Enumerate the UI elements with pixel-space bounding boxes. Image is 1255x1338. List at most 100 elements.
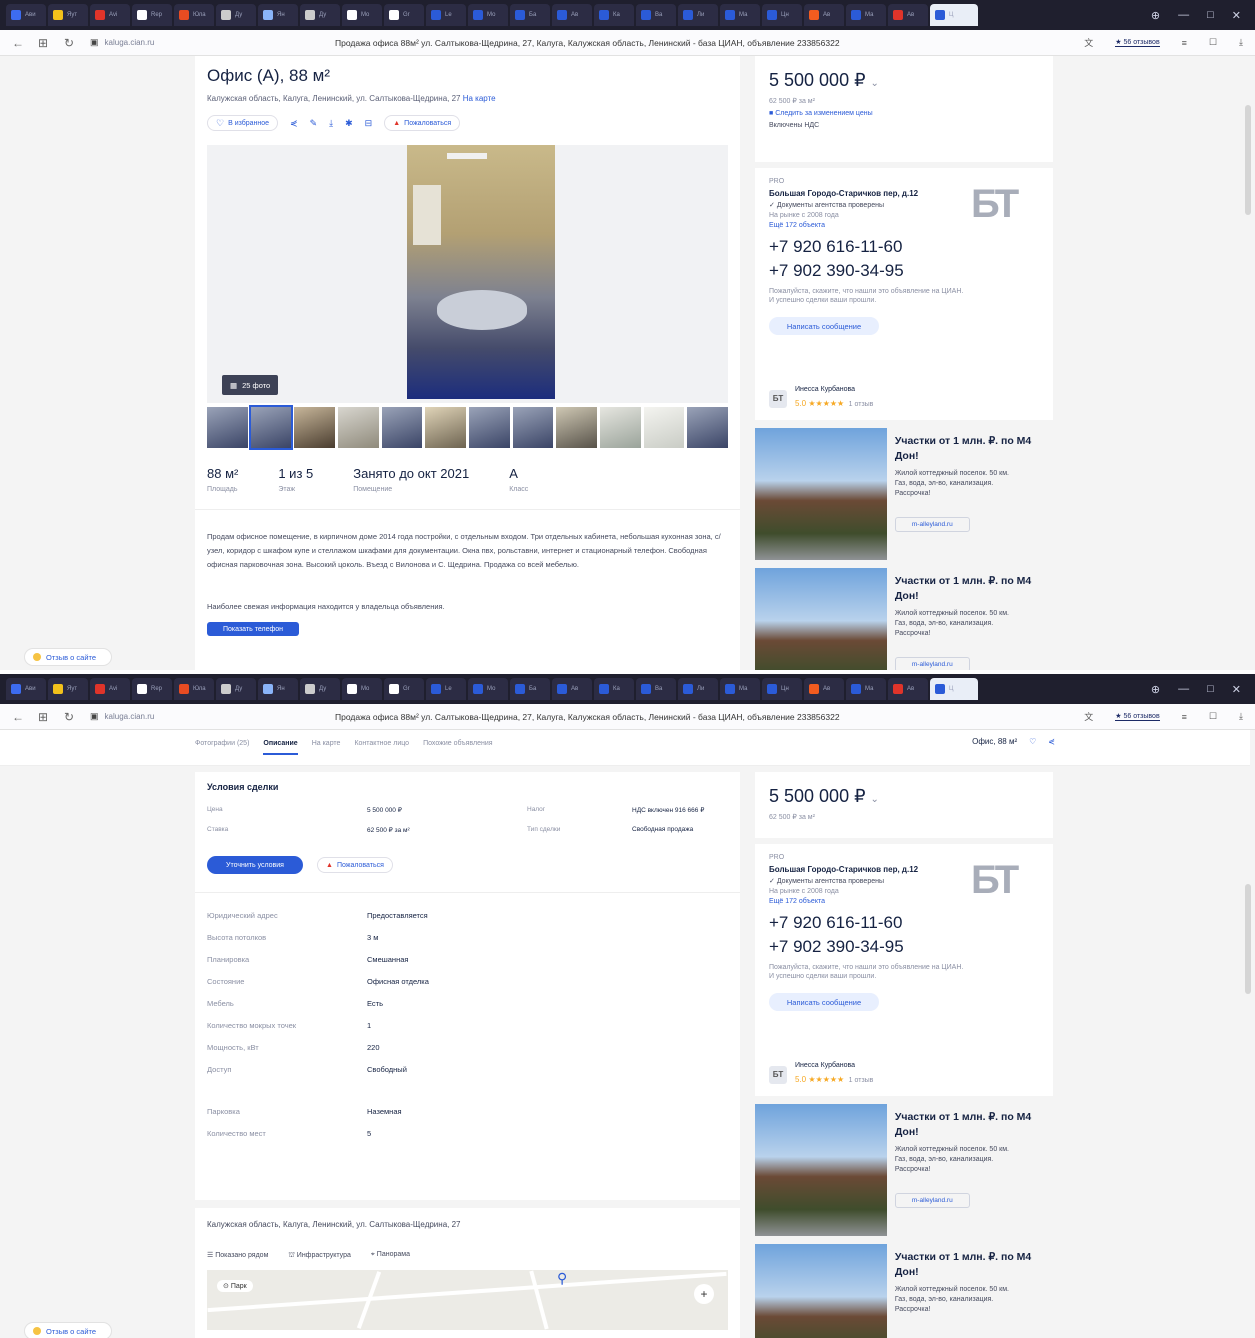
browser-tab[interactable]: Цн [762,678,802,700]
url-field[interactable]: kaluga.cian.ru [105,38,155,47]
complain-button[interactable]: ▲ Пожаловаться [384,115,461,131]
ad-image[interactable] [755,428,887,560]
photo-thumbnail[interactable] [207,407,248,448]
reviews-link[interactable]: ★ 56 отзывов [1115,712,1160,721]
site-feedback-button[interactable]: Отзыв о сайте [24,648,112,666]
site-feedback-button[interactable]: Отзыв о сайте [24,1322,112,1338]
browser-tab[interactable]: Mo [342,4,382,26]
ad-block[interactable]: Участки от 1 млн. ₽. по М4 Дон! Жилой ко… [755,428,1053,560]
ad-link[interactable]: m-alleyland.ru [894,1193,970,1208]
browser-tab[interactable]: Ави [6,4,46,26]
phone-2[interactable]: +7 902 390-34-95 [769,261,1039,281]
close-icon[interactable]: ✕ [1232,9,1241,22]
url-field[interactable]: kaluga.cian.ru [105,712,155,721]
map-link[interactable]: На карте [463,94,496,103]
reviewer-name[interactable]: Инесса Курбанова [795,1062,873,1069]
back-icon[interactable]: ← [12,36,38,50]
scrollbar[interactable] [1245,105,1251,215]
browser-tab[interactable]: Яут [48,4,88,26]
browser-tab[interactable]: Gr [384,678,424,700]
minimize-icon[interactable]: — [1178,683,1189,696]
browser-tab[interactable]: Ба [510,4,550,26]
phone-2[interactable]: +7 902 390-34-95 [769,937,1039,957]
browser-tab[interactable]: Mo [342,678,382,700]
tab-photos[interactable]: Фотографии (25) [195,740,249,747]
download-icon[interactable]: ⤓ [1239,37,1243,48]
browser-tab[interactable]: Le [426,4,466,26]
browser-tab[interactable]: Ав [552,678,592,700]
browser-tab[interactable]: Ав [888,678,928,700]
browser-tab[interactable]: Мо [468,4,508,26]
close-icon[interactable]: ✕ [1232,683,1241,696]
download-icon[interactable]: ⤓ [1239,711,1243,722]
back-icon[interactable]: ← [12,710,38,724]
edit-icon[interactable]: ✎ [310,118,318,129]
minimize-icon[interactable]: — [1178,9,1189,22]
tab-similar[interactable]: Похожие объявления [423,740,492,747]
complain-button[interactable]: ▲ Пожаловаться [317,857,393,873]
translate-icon[interactable]: 文 [1084,710,1093,723]
browser-tab[interactable]: Ба [510,678,550,700]
ad-block[interactable]: Участки от 1 млн. ₽. по М4 Дон! Жилой ко… [755,568,1053,670]
browser-tab[interactable]: Rep [132,678,172,700]
browser-tab[interactable]: Ли [678,678,718,700]
reload-icon[interactable]: ↻ [64,710,90,724]
tab-contact[interactable]: Контактное лицо [354,740,409,747]
bookmark-icon[interactable]: ☐ [1209,711,1217,722]
browser-tab[interactable]: Аvi [90,4,130,26]
browser-tab[interactable]: Цн [762,4,802,26]
chevron-down-icon[interactable]: ⌄ [871,794,879,805]
ad-image[interactable] [755,568,887,670]
reviews-link[interactable]: ★ 56 отзывов [1115,38,1160,47]
heart-icon[interactable]: ♡ [1029,737,1036,746]
browser-tab[interactable]: Ян [258,4,298,26]
browser-tab[interactable]: Ва [636,4,676,26]
browser-tab[interactable]: Ма [720,4,760,26]
photo-thumbnail[interactable] [248,405,294,450]
photo-thumbnail[interactable] [469,407,510,448]
ad-title[interactable]: Участки от 1 млн. ₽. по М4 Дон! [895,1250,1053,1280]
map-pin-icon[interactable]: ⚲ [557,1270,567,1287]
ad-link[interactable]: m-alleyland.ru [894,517,970,532]
photo-thumbnail[interactable] [381,407,423,448]
write-message-button[interactable]: Написать сообщение [769,317,879,335]
browser-tab[interactable]: Ян [258,678,298,700]
browser-tab[interactable]: Ави [6,678,46,700]
photo-thumbnail[interactable] [643,407,685,448]
compare-icon[interactable]: ⊟ [365,118,373,129]
browser-tab[interactable]: Gr [384,4,424,26]
browser-tab[interactable]: Ду [216,678,256,700]
browser-tab[interactable]: Ма [720,678,760,700]
reviewer-name[interactable]: Инесса Курбанова [795,386,873,393]
browser-tab[interactable]: Мо [468,678,508,700]
browser-tab[interactable]: Le [426,678,466,700]
show-phone-button[interactable]: Показать телефон [207,622,299,636]
maximize-icon[interactable]: □ [1207,683,1214,696]
photo-thumbnail[interactable] [338,407,379,448]
chevron-down-icon[interactable]: ⌄ [871,78,879,89]
ad-title[interactable]: Участки от 1 млн. ₽. по М4 Дон! [895,1110,1053,1140]
photo-thumbnail[interactable] [687,407,729,448]
ad-title[interactable]: Участки от 1 млн. ₽. по М4 Дон! [895,574,1053,604]
reload-icon[interactable]: ↻ [64,36,90,50]
ad-image[interactable] [755,1244,887,1338]
browser-tab[interactable]: Ли [678,4,718,26]
tabs-icon[interactable]: ⊞ [38,710,64,724]
ad-link[interactable]: m-alleyland.ru [894,657,970,670]
tabs-icon[interactable]: ⊞ [38,36,64,50]
review-count[interactable]: 1 отзыв [849,1077,874,1084]
ad-image[interactable] [755,1104,887,1236]
share-icon[interactable]: ⋞ [1048,737,1055,746]
main-photo[interactable] [407,145,555,399]
browser-tab[interactable]: Ма [846,678,886,700]
browser-tab[interactable]: Юла [174,678,214,700]
photo-thumbnail[interactable] [425,407,467,448]
ad-block[interactable]: Участки от 1 млн. ₽. по М4 Дон! Жилой ко… [755,1244,1053,1338]
map-tab-infra[interactable]: ⛫ Инфраструктура [288,1251,351,1260]
review-count[interactable]: 1 отзыв [849,401,874,408]
browser-tab[interactable]: Ка [594,4,634,26]
browser-tab[interactable]: Ав [804,678,844,700]
map-tab-panorama[interactable]: ⌖ Панорама [371,1251,410,1260]
settings-icon[interactable]: ✱ [345,118,353,129]
browser-tab[interactable]: Ва [636,678,676,700]
